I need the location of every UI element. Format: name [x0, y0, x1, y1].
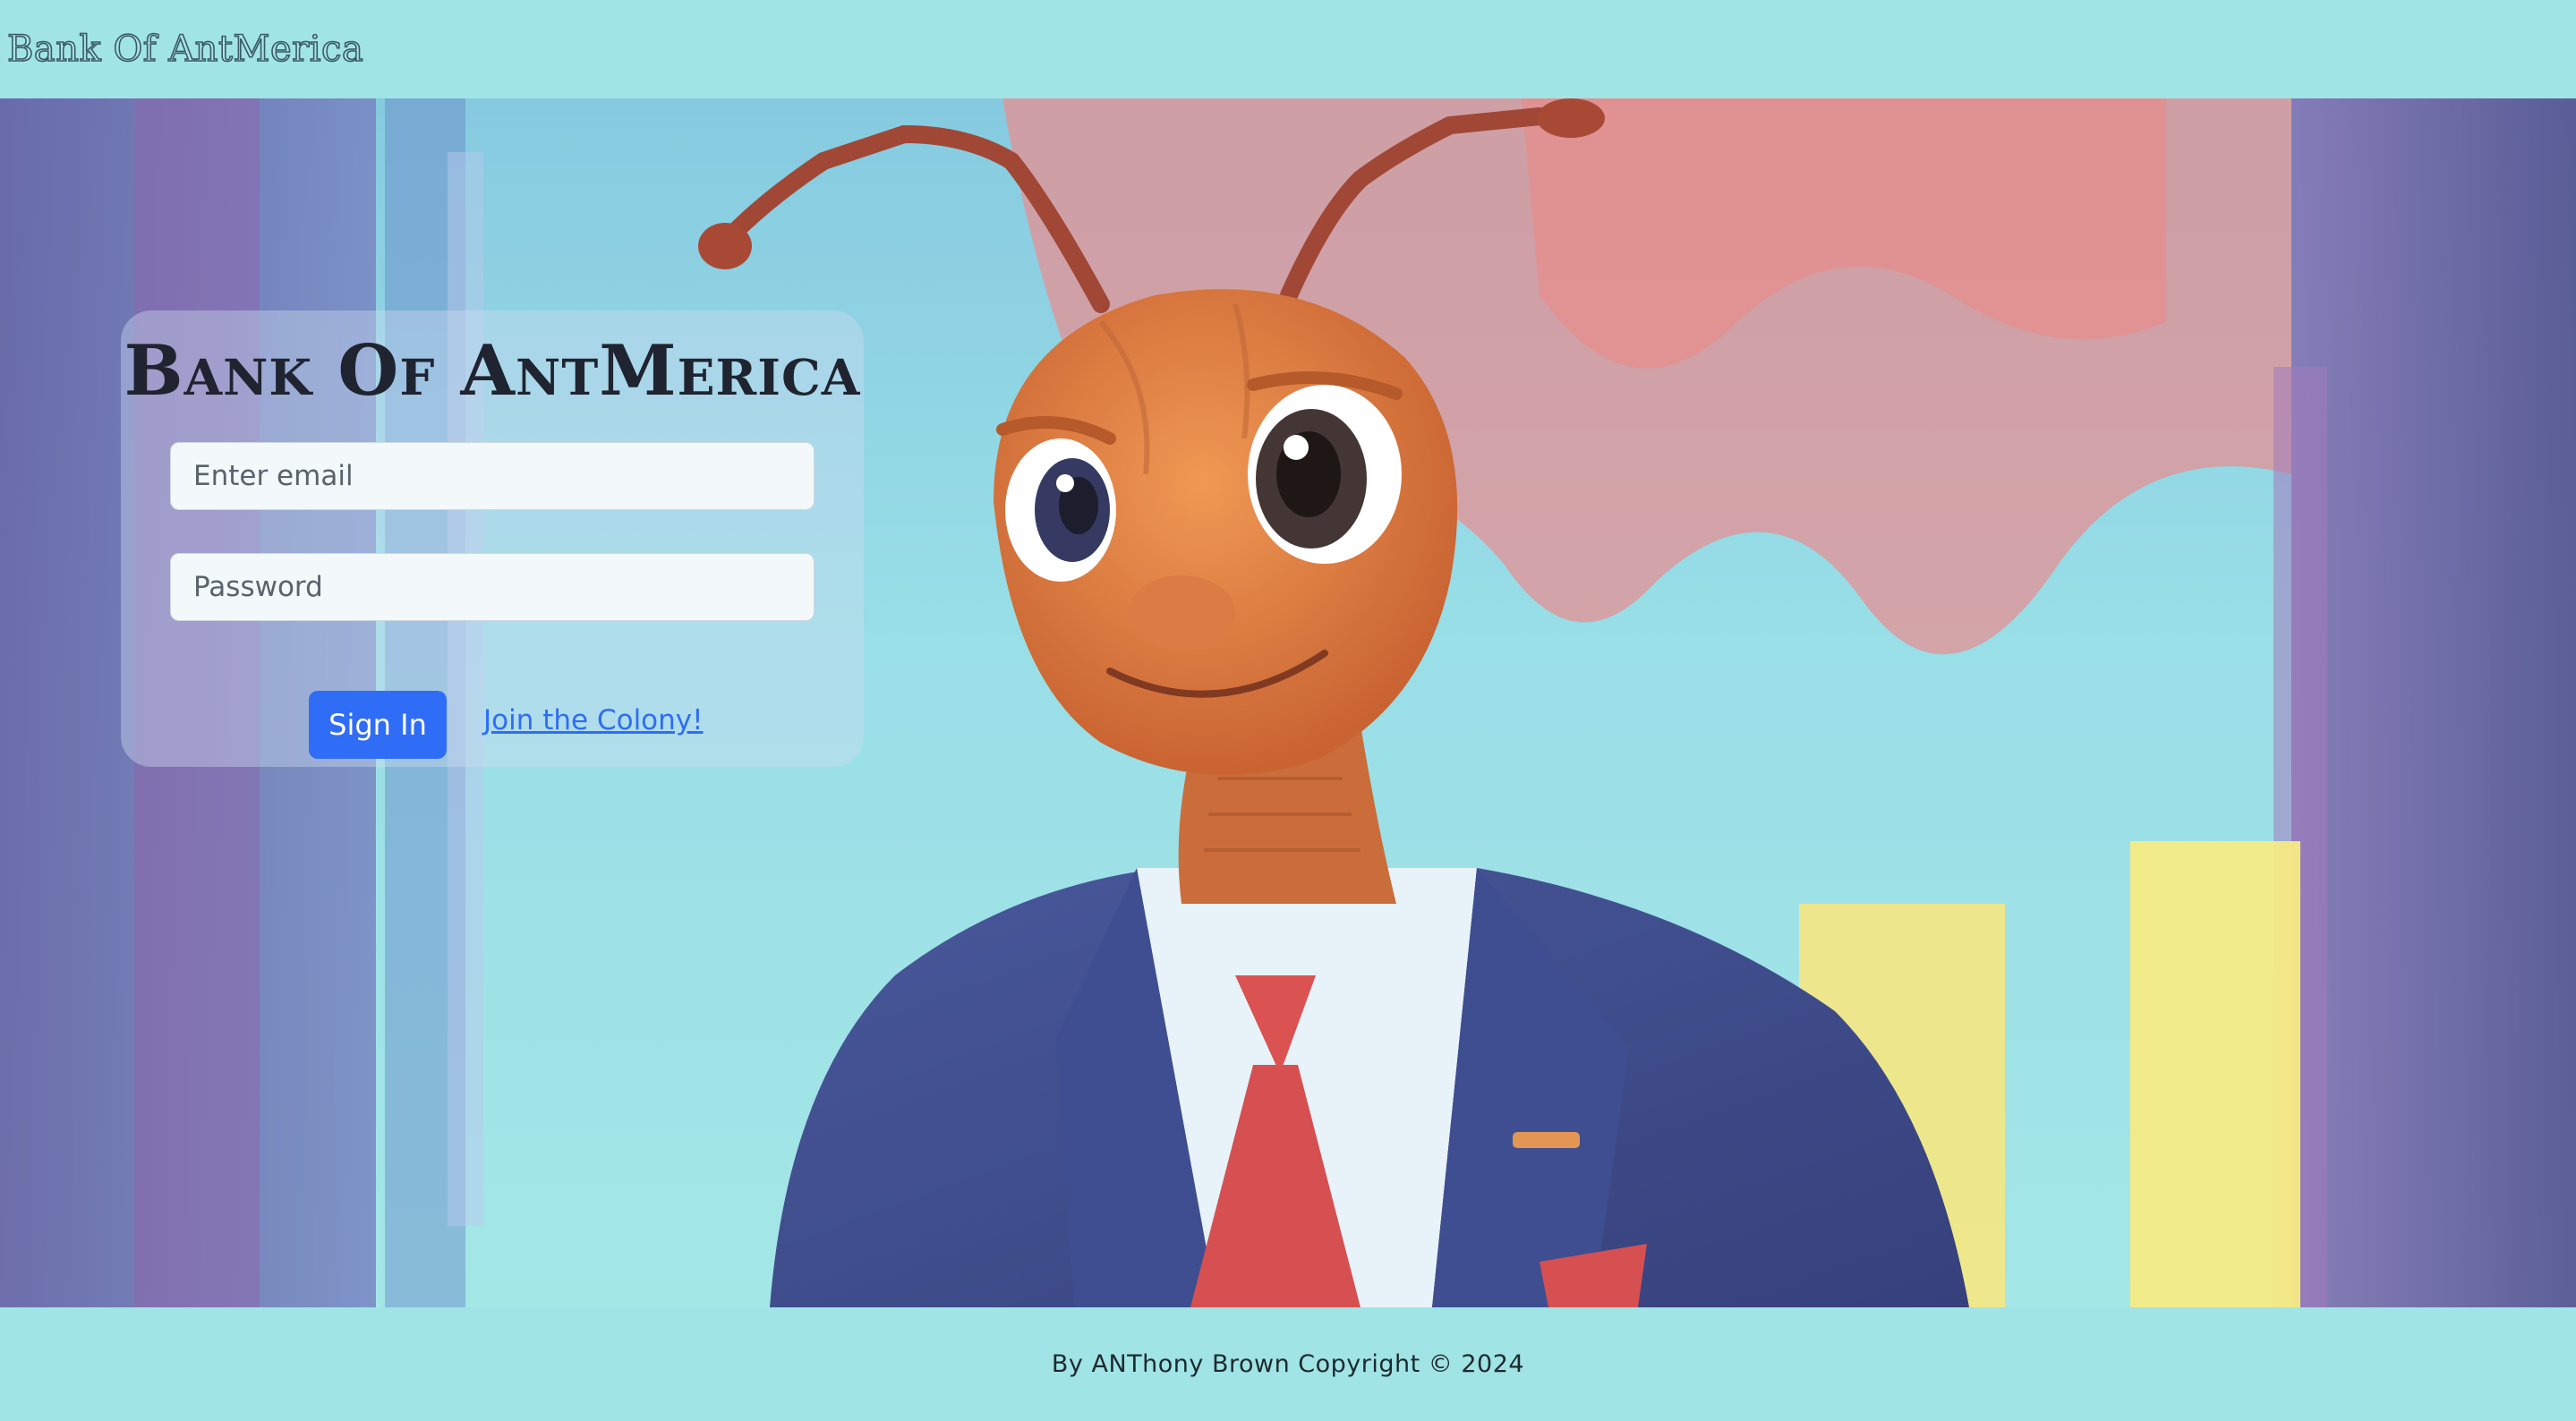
email-field[interactable]	[170, 442, 815, 510]
password-field[interactable]	[170, 553, 815, 621]
join-colony-link[interactable]: Join the Colony!	[483, 704, 704, 736]
copyright-text: By ANThony Brown Copyright © 2024	[1051, 1350, 1525, 1378]
login-card: Bank Of AntMerica Sign In Join the Colon…	[121, 311, 864, 767]
login-title: Bank Of AntMerica	[124, 330, 861, 412]
navbar-brand[interactable]: Bank Of AntMerica	[6, 28, 363, 71]
sign-in-button[interactable]: Sign In	[309, 691, 447, 759]
hero-illustration: Bank Of AntMerica Sign In Join the Colon…	[0, 98, 2576, 1307]
footer: By ANThony Brown Copyright © 2024	[0, 1307, 2576, 1421]
top-navbar: Bank Of AntMerica	[0, 0, 2576, 98]
